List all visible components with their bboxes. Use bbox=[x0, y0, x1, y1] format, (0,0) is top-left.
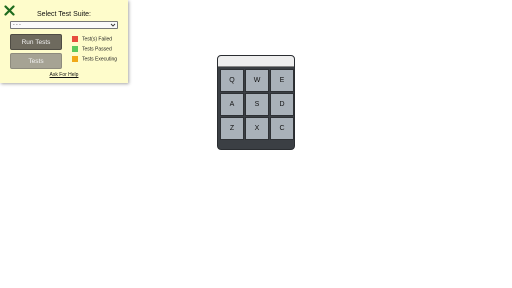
run-tests-button[interactable]: Run Tests bbox=[10, 34, 62, 50]
key-e[interactable]: E bbox=[270, 69, 294, 92]
legend-swatch-executing bbox=[72, 56, 78, 62]
chevron-down-icon bbox=[110, 23, 116, 27]
legend-swatch-failed bbox=[72, 36, 78, 42]
key-z[interactable]: Z bbox=[220, 117, 244, 140]
key-w[interactable]: W bbox=[245, 69, 269, 92]
test-suite-panel: Select Test Suite: - - - Run Tests Tests… bbox=[0, 0, 128, 83]
keypad-display bbox=[218, 56, 294, 67]
legend-label-passed: Tests Passed bbox=[82, 46, 112, 53]
legend-label-failed: Test(s) Failed bbox=[82, 36, 113, 43]
legend-item-passed: Tests Passed bbox=[72, 46, 112, 53]
key-a[interactable]: A bbox=[220, 93, 244, 116]
keypad-device: Q W E A S D Z X C bbox=[217, 55, 295, 150]
key-c[interactable]: C bbox=[270, 117, 294, 140]
keypad-grid: Q W E A S D Z X C bbox=[220, 69, 294, 140]
test-suite-select-value: - - - bbox=[13, 22, 21, 28]
legend-label-executing: Tests Executing bbox=[82, 56, 118, 63]
select-test-suite-label: Select Test Suite: bbox=[37, 11, 91, 18]
key-s[interactable]: S bbox=[245, 93, 269, 116]
key-x[interactable]: X bbox=[245, 117, 269, 140]
legend-swatch-passed bbox=[72, 46, 78, 52]
test-suite-select[interactable]: - - - bbox=[10, 21, 118, 29]
ask-for-help-link[interactable]: Ask For Help bbox=[0, 72, 128, 78]
legend-item-executing: Tests Executing bbox=[72, 56, 117, 63]
legend-item-failed: Test(s) Failed bbox=[72, 36, 112, 43]
tests-button[interactable]: Tests bbox=[10, 53, 62, 69]
key-d[interactable]: D bbox=[270, 93, 294, 116]
key-q[interactable]: Q bbox=[220, 69, 244, 92]
